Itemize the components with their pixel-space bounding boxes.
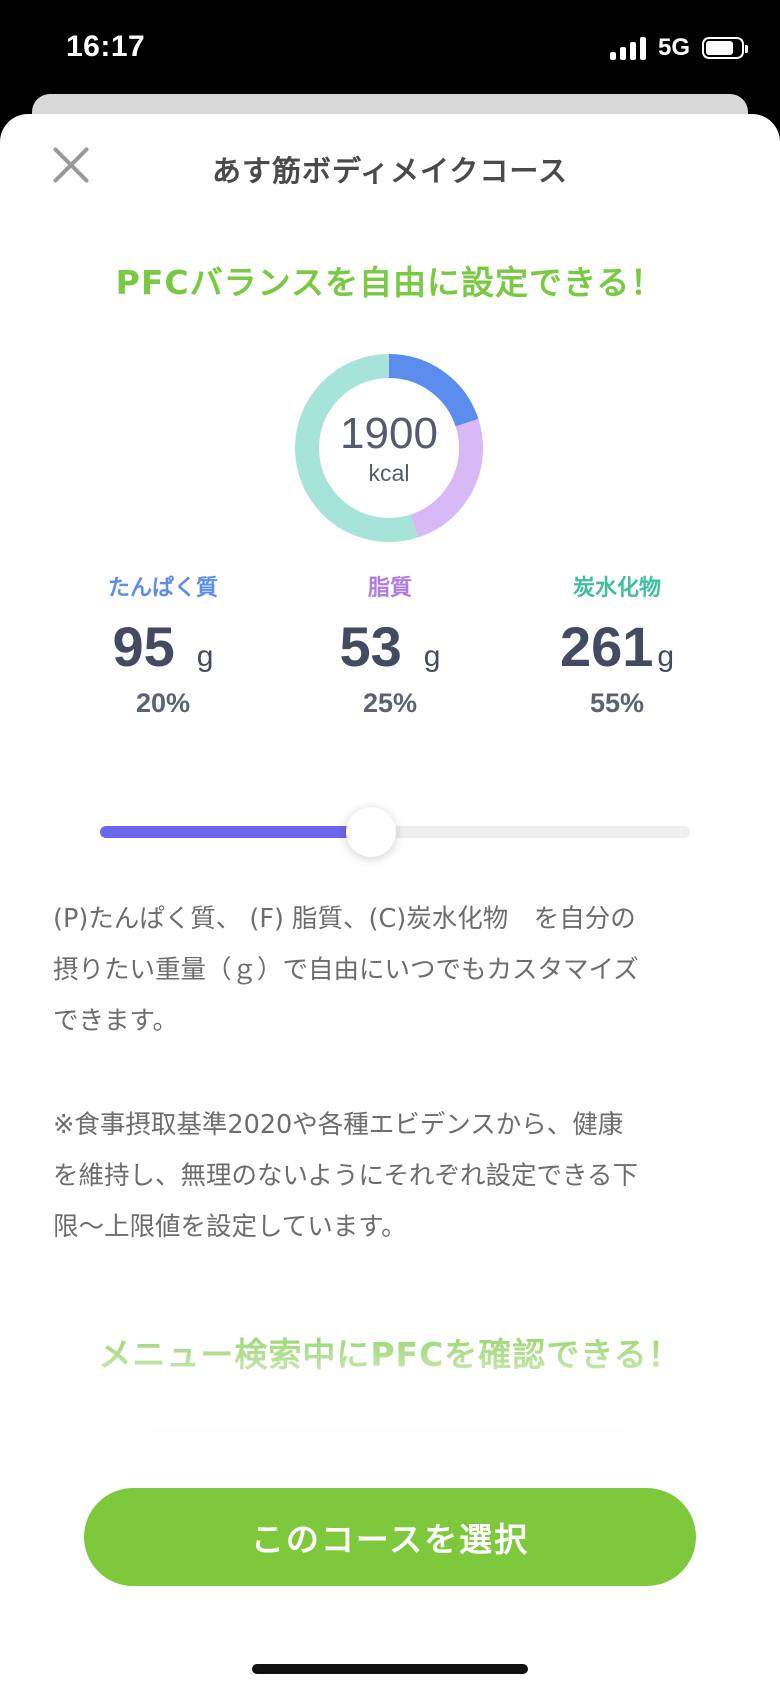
course-detail-sheet: あす筋ボディメイクコース PFCバランスを自由に設定できる！ 1900 kcal…: [0, 114, 780, 1688]
home-indicator: [252, 1664, 528, 1674]
pfc-note: ※食事摂取基準2020や各種エビデンスから、健康 を維持し、無理のないようにそれ…: [53, 1110, 638, 1242]
pfc-headline: PFCバランスを自由に設定できる！: [115, 263, 665, 302]
macro-grams-fat: 53: [339, 615, 402, 678]
pfc-balance-slider[interactable]: [100, 800, 690, 864]
battery-level: [706, 41, 734, 55]
select-course-button[interactable]: このコースを選択: [84, 1488, 696, 1586]
macro-fat: 脂質 53 g 25%: [277, 570, 503, 719]
battery-icon: [702, 37, 748, 59]
status-bar: 16:17 5G: [0, 0, 780, 100]
macro-label-carbs: 炭水化物: [572, 576, 661, 601]
status-indicators: 5G: [609, 34, 748, 62]
macro-grams-carbs: 261: [559, 615, 654, 678]
macro-label-protein: たんぱく質: [107, 576, 218, 601]
macro-percent-protein: 20%: [135, 688, 191, 718]
page-title: あす筋ボディメイクコース: [212, 154, 568, 188]
macro-amount-carbs: 261 g: [504, 614, 730, 678]
macro-breakdown: たんぱく質 95 g 20% 脂質 53 g 25% 炭水化物 261 g 55…: [50, 570, 730, 719]
macro-unit-fat: g: [423, 640, 441, 673]
macro-percent-fat: 25%: [362, 688, 418, 718]
macro-unit-protein: g: [196, 640, 214, 673]
calorie-unit: kcal: [368, 460, 410, 486]
macro-unit-carbs: g: [657, 640, 675, 673]
status-time: 16:17: [66, 30, 146, 63]
slider-fill: [100, 826, 372, 838]
calorie-total: 1900 kcal: [295, 410, 483, 487]
calorie-value: 1900: [340, 409, 438, 458]
cellular-signal-icon: [609, 36, 646, 60]
menu-search-headline: メニュー検索中にPFCを確認できる！: [98, 1335, 682, 1374]
macro-protein: たんぱく質 95 g 20%: [50, 570, 276, 719]
preview-card: [140, 1428, 640, 1468]
macro-amount-protein: 95 g: [50, 614, 276, 678]
calorie-donut-chart: 1900 kcal: [295, 354, 483, 542]
macro-label-fat: 脂質: [367, 576, 412, 601]
pfc-description: (P)たんぱく質、 (F) 脂質、(C)炭水化物 を自分の 摂りたい重量（ｇ）で…: [53, 904, 639, 1036]
macro-amount-fat: 53 g: [277, 614, 503, 678]
macro-grams-protein: 95: [112, 615, 175, 678]
macro-carbs: 炭水化物 261 g 55%: [504, 570, 730, 719]
network-type: 5G: [657, 34, 690, 61]
slider-thumb[interactable]: [346, 807, 397, 857]
macro-percent-carbs: 55%: [589, 688, 645, 718]
